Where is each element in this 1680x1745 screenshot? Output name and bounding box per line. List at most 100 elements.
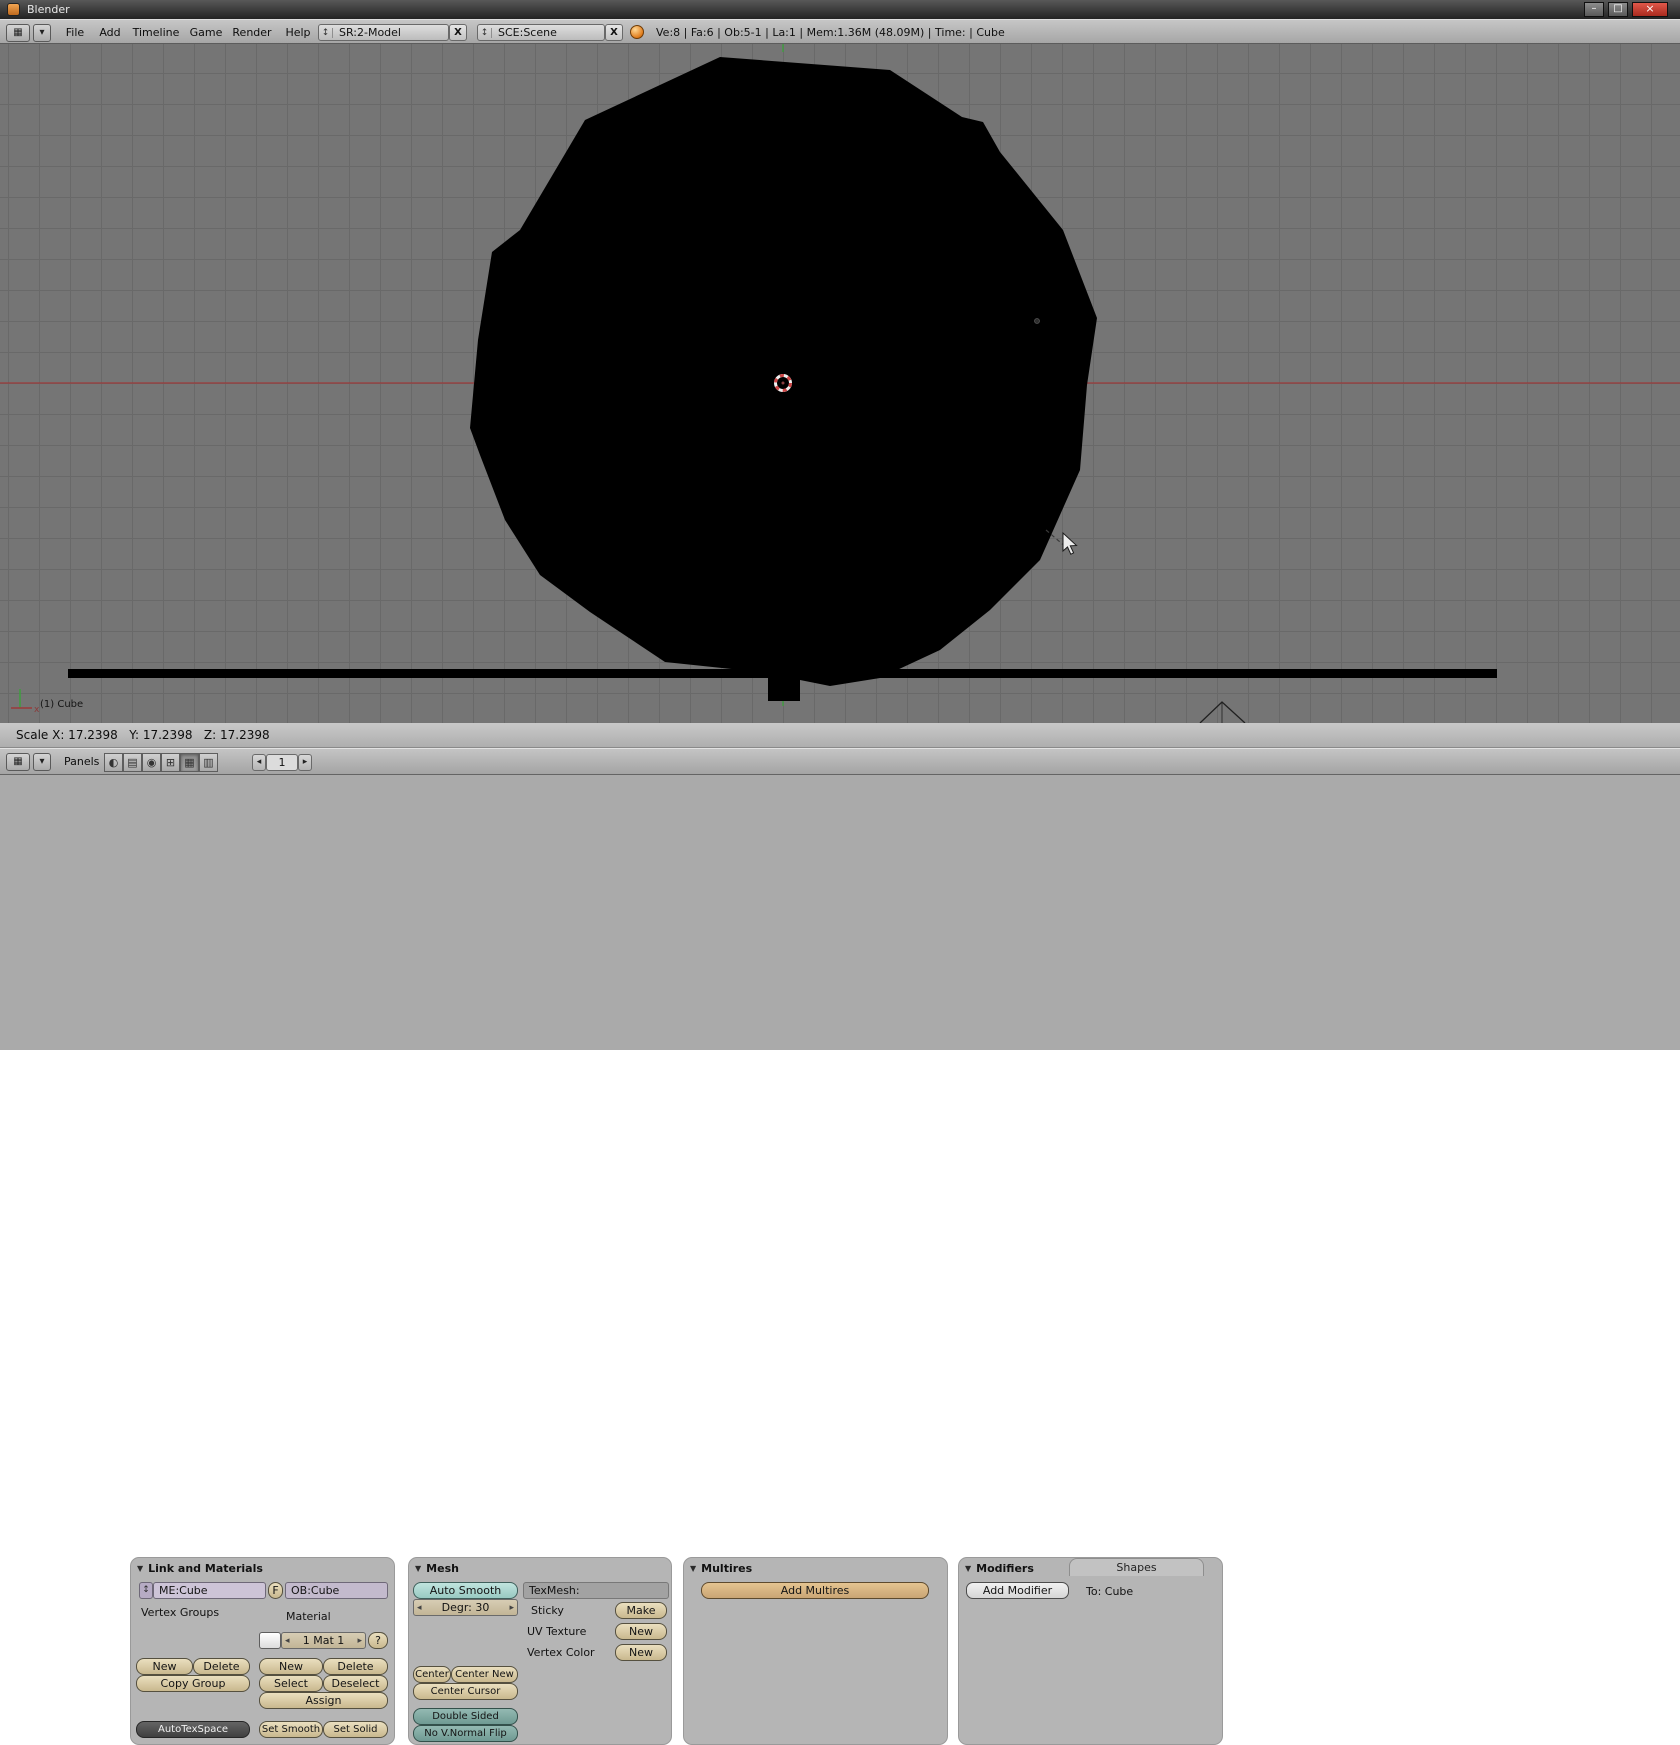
panel-link-and-materials: ▼ Link and Materials ↕ ME:Cube F OB:Cube… xyxy=(130,1557,395,1745)
active-object-label: (1) Cube xyxy=(40,699,83,710)
panel-title: Link and Materials xyxy=(148,1562,263,1575)
step-right-icon[interactable]: ▸ xyxy=(357,1636,362,1646)
material-help-button[interactable]: ? xyxy=(368,1632,388,1649)
material-index-field[interactable]: ◂ 1 Mat 1 ▸ xyxy=(281,1632,366,1649)
window-type-icon[interactable]: ▦ xyxy=(6,753,30,771)
viewport-3d[interactable]: x (1) Cube xyxy=(0,44,1680,723)
scaled-cube-silhouette[interactable] xyxy=(470,57,1097,686)
scene-icon[interactable]: ▥ xyxy=(199,753,218,772)
sticky-label: Sticky xyxy=(531,1604,564,1617)
lamp-wireframe[interactable] xyxy=(1200,702,1245,723)
menu-file[interactable]: File xyxy=(58,24,92,41)
texmesh-field[interactable]: TexMesh: xyxy=(523,1582,669,1599)
vertex-groups-label: Vertex Groups xyxy=(141,1606,219,1619)
step-right-icon[interactable]: ▸ xyxy=(509,1603,514,1613)
window-type-icon[interactable]: ▦ xyxy=(6,24,30,42)
double-sided-toggle[interactable]: Double Sided xyxy=(413,1708,518,1725)
script-icon[interactable]: ▤ xyxy=(123,753,142,772)
assign-button[interactable]: Assign xyxy=(259,1692,388,1709)
scene-selector-value: SCE:Scene xyxy=(492,26,563,39)
material-preview-swatch[interactable] xyxy=(259,1632,281,1649)
menu-timeline[interactable]: Timeline xyxy=(128,24,184,41)
frame-number-field[interactable]: 1 xyxy=(266,754,298,771)
panel-title: Multires xyxy=(701,1562,752,1575)
header-collapse-icon[interactable]: ▾ xyxy=(33,24,51,42)
collapse-triangle-icon[interactable]: ▼ xyxy=(415,1564,421,1573)
object-name-field[interactable]: OB:Cube xyxy=(285,1582,388,1599)
degr-slider[interactable]: ◂ Degr: 30 ▸ xyxy=(413,1599,518,1616)
panels-menu[interactable]: Panels xyxy=(64,755,99,768)
fake-user-button[interactable]: F xyxy=(268,1582,283,1599)
center-cursor-button[interactable]: Center Cursor xyxy=(413,1683,518,1700)
deselect-button[interactable]: Deselect xyxy=(323,1675,388,1692)
vgroup-new-button[interactable]: New xyxy=(136,1658,193,1675)
object-icon[interactable]: ⊞ xyxy=(161,753,180,772)
panel-header[interactable]: ▼ Modifiers xyxy=(965,1560,1034,1576)
cycle-icon[interactable]: ↕ xyxy=(319,28,333,38)
autotexspace-button[interactable]: AutoTexSpace xyxy=(136,1721,250,1738)
screen-selector[interactable]: ↕ SR:2-Model xyxy=(318,24,449,41)
panel-header[interactable]: ▼ Mesh xyxy=(415,1560,459,1576)
no-vnormal-flip-toggle[interactable]: No V.Normal Flip xyxy=(413,1725,518,1742)
render-ball-icon xyxy=(630,25,644,39)
menu-game[interactable]: Game xyxy=(186,24,226,41)
uv-texture-new-button[interactable]: New xyxy=(615,1623,667,1640)
vgroup-delete-button[interactable]: Delete xyxy=(193,1658,250,1675)
shading-icon[interactable]: ◉ xyxy=(142,753,161,772)
frame-forward-icon[interactable]: ▸ xyxy=(298,754,312,771)
auto-smooth-toggle[interactable]: Auto Smooth xyxy=(413,1582,518,1599)
panel-multires: ▼ Multires Add Multires xyxy=(683,1557,948,1745)
collapse-triangle-icon[interactable]: ▼ xyxy=(690,1564,696,1573)
material-index-value: 1 Mat 1 xyxy=(303,1634,345,1647)
minimize-button[interactable]: – xyxy=(1584,2,1604,17)
titlebar[interactable]: Blender – □ × xyxy=(0,0,1680,19)
material-delete-button[interactable]: Delete xyxy=(323,1658,388,1675)
tab-shapes[interactable]: Shapes xyxy=(1069,1558,1204,1576)
scene-selector[interactable]: ↕ SCE:Scene xyxy=(477,24,605,41)
buttons-window: ▼ Link and Materials ↕ ME:Cube F OB:Cube… xyxy=(0,775,1680,1050)
set-solid-button[interactable]: Set Solid xyxy=(323,1721,388,1738)
blender-window: Blender – □ × ▦ ▾ File Add Timeline Game… xyxy=(0,0,1680,1050)
copy-group-button[interactable]: Copy Group xyxy=(136,1675,250,1692)
select-button[interactable]: Select xyxy=(259,1675,323,1692)
frame-back-icon[interactable]: ◂ xyxy=(252,754,266,771)
header-collapse-icon[interactable]: ▾ xyxy=(33,753,51,771)
sticky-make-button[interactable]: Make xyxy=(615,1602,667,1619)
menu-help[interactable]: Help xyxy=(280,24,316,41)
axis-gizmo: x xyxy=(11,689,40,715)
close-button[interactable]: × xyxy=(1632,2,1668,17)
collapse-triangle-icon[interactable]: ▼ xyxy=(137,1564,143,1573)
screen-selector-value: SR:2-Model xyxy=(333,26,407,39)
window-title: Blender xyxy=(27,3,70,16)
scene-close-icon[interactable]: X xyxy=(605,24,623,41)
mesh-browse-icon[interactable]: ↕ xyxy=(139,1582,153,1599)
vertex-color-label: Vertex Color xyxy=(527,1646,595,1659)
editing-icon[interactable]: ▦ xyxy=(180,753,199,772)
add-modifier-button[interactable]: Add Modifier xyxy=(966,1582,1069,1599)
panel-header[interactable]: ▼ Multires xyxy=(690,1560,752,1576)
material-new-button[interactable]: New xyxy=(259,1658,323,1675)
tab-modifiers[interactable]: Modifiers xyxy=(976,1562,1034,1575)
vertex-color-new-button[interactable]: New xyxy=(615,1644,667,1661)
center-button[interactable]: Center xyxy=(413,1666,451,1683)
set-smooth-button[interactable]: Set Smooth xyxy=(259,1721,323,1738)
step-left-icon[interactable]: ◂ xyxy=(417,1603,422,1613)
panel-header[interactable]: ▼ Link and Materials xyxy=(137,1560,263,1576)
center-new-button[interactable]: Center New xyxy=(451,1666,518,1683)
menubar: ▦ ▾ File Add Timeline Game Render Help ↕… xyxy=(0,19,1680,44)
panel-mesh: ▼ Mesh Auto Smooth TexMesh: ◂ Degr: 30 ▸… xyxy=(408,1557,672,1745)
logic-icon[interactable]: ◐ xyxy=(104,753,123,772)
maximize-button[interactable]: □ xyxy=(1608,2,1628,17)
blender-logo-icon xyxy=(7,3,20,16)
add-multires-button[interactable]: Add Multires xyxy=(701,1582,929,1599)
menu-render[interactable]: Render xyxy=(228,24,276,41)
step-left-icon[interactable]: ◂ xyxy=(285,1636,290,1646)
mesh-name-field[interactable]: ME:Cube xyxy=(153,1582,266,1599)
panel-modifiers: ▼ Modifiers Shapes Add Modifier To: Cube xyxy=(958,1557,1223,1745)
cycle-icon[interactable]: ↕ xyxy=(478,28,492,38)
buttons-window-header: ▦ ▾ Panels ◐ ▤ ◉ ⊞ ▦ ▥ ◂ 1 ▸ xyxy=(0,748,1680,775)
menu-add[interactable]: Add xyxy=(94,24,126,41)
modifier-target-label: To: Cube xyxy=(1086,1585,1133,1598)
collapse-triangle-icon[interactable]: ▼ xyxy=(965,1564,971,1573)
screen-close-icon[interactable]: X xyxy=(449,24,467,41)
